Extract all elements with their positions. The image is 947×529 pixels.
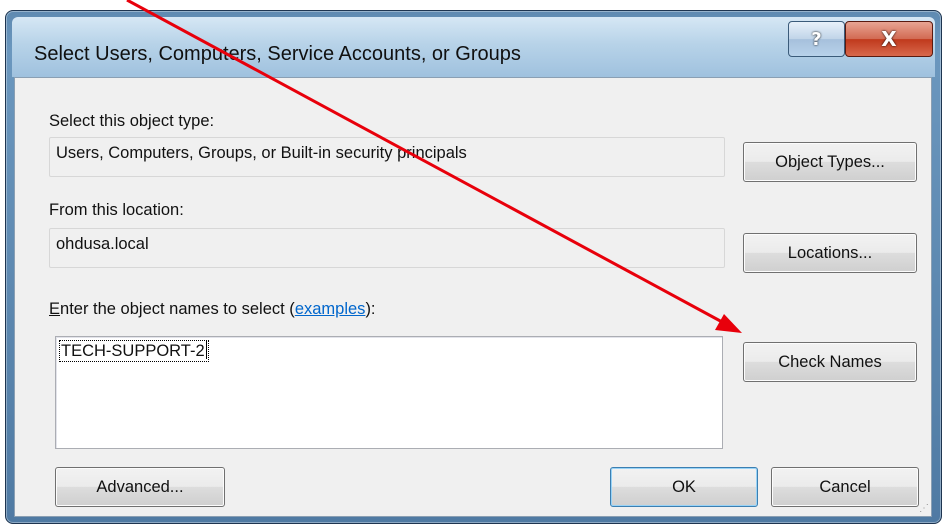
location-label: From this location:	[49, 201, 184, 219]
location-field: ohdusa.local	[49, 228, 725, 268]
text-caret	[205, 341, 207, 359]
advanced-button[interactable]: Advanced...	[55, 467, 225, 507]
close-icon: X	[881, 27, 897, 51]
object-types-button[interactable]: Object Types...	[743, 142, 917, 182]
help-icon: ?	[811, 28, 822, 50]
dialog-window: Select Users, Computers, Service Account…	[5, 10, 942, 524]
examples-link[interactable]: examples	[295, 300, 366, 318]
title-bar[interactable]: Select Users, Computers, Service Account…	[12, 17, 935, 77]
cancel-button[interactable]: Cancel	[771, 467, 919, 507]
window-title: Select Users, Computers, Service Account…	[34, 43, 521, 65]
names-label-mnemonic: E	[49, 300, 61, 318]
object-type-label: Select this object type:	[49, 112, 215, 130]
names-label: Enter the object names to select (exampl…	[49, 300, 376, 319]
object-names-value: TECH-SUPPORT-2	[59, 340, 209, 362]
close-button[interactable]: X	[845, 21, 933, 57]
names-label-prefix: nter the object names to select (	[60, 300, 295, 318]
ok-button[interactable]: OK	[610, 467, 758, 507]
resize-grip-icon[interactable]: ⋰	[919, 503, 929, 514]
object-type-field: Users, Computers, Groups, or Built-in se…	[49, 137, 725, 177]
names-label-suffix: ):	[365, 300, 376, 318]
object-names-text: TECH-SUPPORT-2	[61, 342, 205, 360]
check-names-button[interactable]: Check Names	[743, 342, 917, 382]
dialog-content: Select this object type: Users, Computer…	[14, 77, 932, 517]
help-button[interactable]: ?	[788, 21, 845, 57]
locations-button[interactable]: Locations...	[743, 233, 917, 273]
object-names-input[interactable]: TECH-SUPPORT-2	[55, 336, 723, 449]
